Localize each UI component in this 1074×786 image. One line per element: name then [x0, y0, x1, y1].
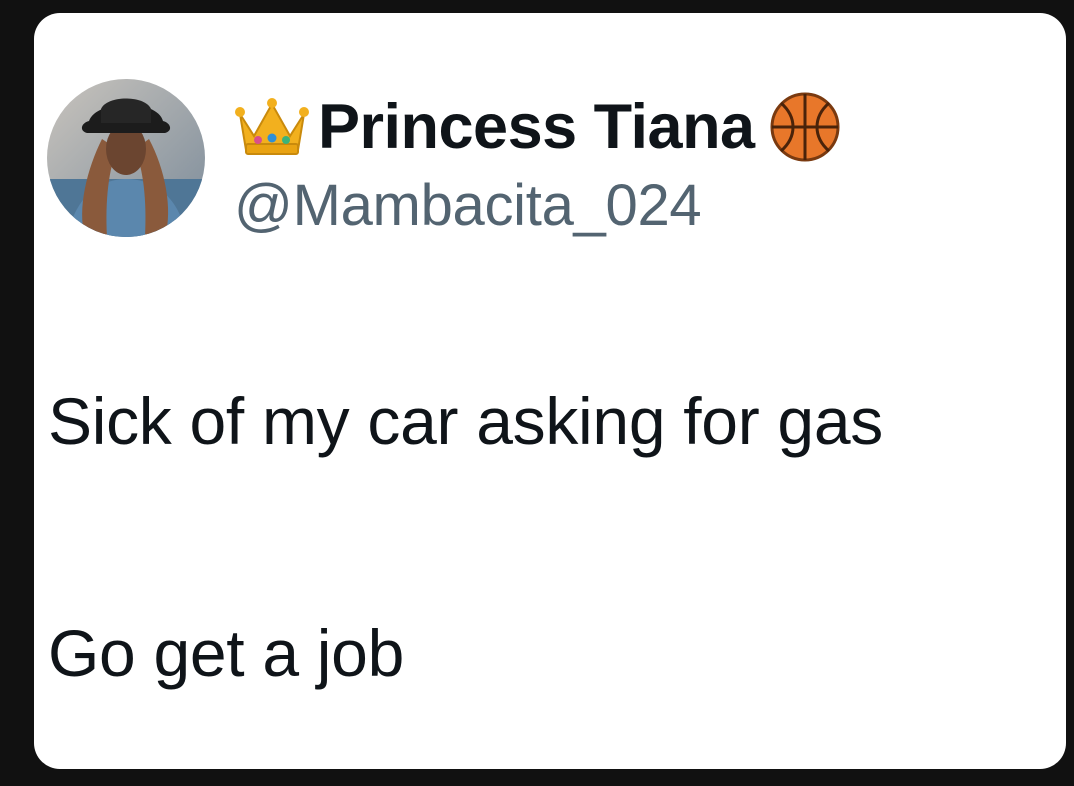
- tweet-text-line: Sick of my car asking for gas: [48, 384, 883, 458]
- crown-icon: [234, 96, 310, 158]
- author-handle[interactable]: @Mambacita_024: [234, 177, 702, 235]
- tweet-card: Princess Tiana @Mambacita_024 Sick of my…: [34, 13, 1066, 769]
- tweet-text-line: Go get a job: [48, 616, 404, 690]
- display-name[interactable]: Princess Tiana: [318, 95, 755, 159]
- author-name-row[interactable]: Princess Tiana: [234, 89, 841, 165]
- avatar-photo: [47, 79, 205, 237]
- avatar[interactable]: [47, 79, 205, 237]
- basketball-icon: [769, 91, 841, 163]
